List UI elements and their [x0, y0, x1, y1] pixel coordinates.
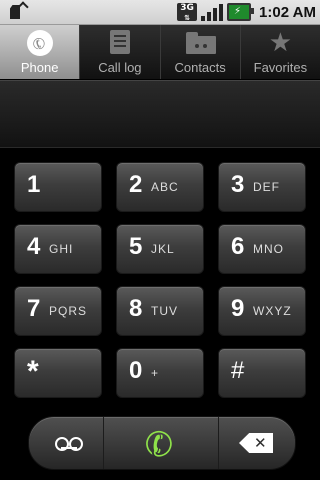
- key-1[interactable]: 1: [14, 162, 102, 212]
- key-digit: *: [27, 355, 39, 388]
- key-digit: 6: [231, 233, 245, 260]
- star-icon: ★: [268, 28, 293, 58]
- key-letters: GHI: [49, 242, 74, 256]
- key-letters: MNO: [253, 242, 284, 256]
- key-0[interactable]: 0 +: [116, 348, 204, 398]
- key-digit: 5: [129, 233, 143, 260]
- key-star[interactable]: *: [14, 348, 102, 398]
- tab-label: Contacts: [174, 60, 226, 75]
- key-digit: 3: [231, 171, 245, 198]
- key-digit: 4: [27, 233, 41, 260]
- phone-icon: ✆: [26, 30, 53, 56]
- key-8[interactable]: 8 TUV: [116, 286, 204, 336]
- key-letters: DEF: [253, 180, 280, 194]
- voicemail-button[interactable]: [29, 417, 104, 469]
- call-button[interactable]: ✆: [104, 417, 219, 469]
- tab-label: Call log: [98, 60, 142, 75]
- network-type: 3G: [180, 3, 194, 13]
- key-letters: JKL: [151, 242, 175, 256]
- dialer-action-bar: ✆ ✕: [28, 416, 296, 470]
- key-digit: 0: [129, 357, 143, 384]
- number-display[interactable]: [0, 80, 320, 148]
- key-digit: 7: [27, 295, 41, 322]
- tab-favorites[interactable]: ★ Favorites: [239, 25, 320, 79]
- key-digit: 9: [231, 295, 245, 322]
- key-digit: 8: [129, 295, 143, 322]
- dialpad: 1 2 ABC 3 DEF 4 GHI 5 JKL 6 MNO 7 PQRS 8…: [0, 160, 320, 400]
- key-digit: 2: [129, 171, 143, 198]
- status-bar: 3G ⇅ ⚡ 1:02 AM: [0, 0, 320, 25]
- key-digit: 1: [27, 171, 41, 198]
- 3g-icon: 3G ⇅: [177, 3, 198, 22]
- delete-button[interactable]: ✕: [219, 417, 295, 469]
- key-9[interactable]: 9 WXYZ: [218, 286, 306, 336]
- tab-phone[interactable]: ✆ Phone: [0, 25, 80, 79]
- key-2[interactable]: 2 ABC: [116, 162, 204, 212]
- key-digit: #: [231, 357, 245, 384]
- call-icon: ✆: [140, 421, 179, 469]
- clock: 1:02 AM: [259, 3, 316, 21]
- battery-charging-icon: ⚡: [227, 3, 255, 21]
- key-4[interactable]: 4 GHI: [14, 224, 102, 274]
- key-letters: PQRS: [49, 304, 88, 318]
- key-letters: TUV: [151, 304, 178, 318]
- key-letters: ABC: [151, 180, 179, 194]
- key-pound[interactable]: #: [218, 348, 306, 398]
- tab-label: Favorites: [253, 60, 308, 75]
- call-log-icon: [109, 30, 130, 54]
- key-5[interactable]: 5 JKL: [116, 224, 204, 274]
- tab-bar: ✆ Phone Call log Contacts ★ Favorites: [0, 25, 320, 79]
- key-7[interactable]: 7 PQRS: [14, 286, 102, 336]
- signal-icon: [201, 3, 224, 21]
- backspace-icon: ✕: [239, 433, 273, 453]
- key-letters: +: [151, 366, 160, 380]
- tab-contacts[interactable]: Contacts: [159, 25, 240, 79]
- contacts-icon: [186, 32, 217, 54]
- key-3[interactable]: 3 DEF: [218, 162, 306, 212]
- key-6[interactable]: 6 MNO: [218, 224, 306, 274]
- key-letters: WXYZ: [253, 304, 292, 318]
- notification-icons: [6, 1, 29, 22]
- voicemail-icon: [55, 437, 83, 451]
- tab-call-log[interactable]: Call log: [79, 25, 159, 79]
- tab-label: Phone: [20, 60, 59, 75]
